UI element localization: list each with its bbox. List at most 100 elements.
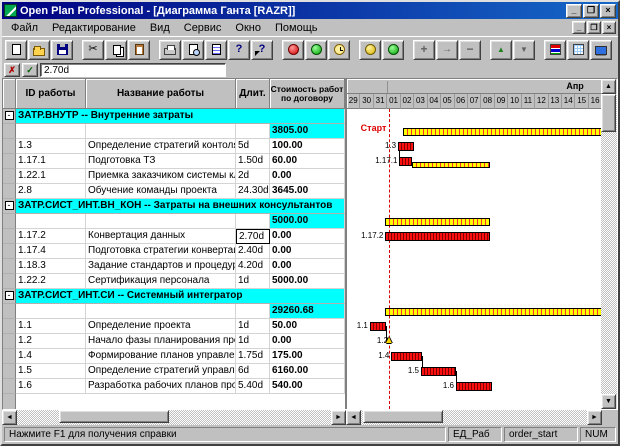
network-view-button[interactable] <box>590 40 612 60</box>
summary-bar[interactable] <box>385 218 489 226</box>
menu-item-view[interactable]: Вид <box>143 20 177 36</box>
mdi-close-button[interactable]: × <box>602 21 616 34</box>
task-bar[interactable] <box>399 157 411 166</box>
cell-task-id[interactable]: 1.17.2 <box>16 229 86 244</box>
copy-button[interactable] <box>105 40 127 60</box>
cell-duration[interactable] <box>236 214 270 229</box>
close-button[interactable]: × <box>600 4 616 18</box>
cell-duration[interactable]: 1.75d <box>236 349 270 364</box>
gantt-scroll-right-button[interactable] <box>587 410 602 425</box>
minimize-button[interactable]: _ <box>566 4 582 18</box>
edit-value-input[interactable] <box>40 63 226 77</box>
cell-cost[interactable]: 0.00 <box>270 229 345 244</box>
cell-cost[interactable]: 6160.00 <box>270 364 345 379</box>
print-button[interactable] <box>159 40 181 60</box>
cell-task-id[interactable] <box>16 304 86 319</box>
paste-button[interactable] <box>128 40 150 60</box>
cell-task-id[interactable]: 1.17.1 <box>16 154 86 169</box>
cell-duration[interactable] <box>236 304 270 319</box>
cell-task-id[interactable]: 1.6 <box>16 379 86 394</box>
cell-cost[interactable]: 175.00 <box>270 349 345 364</box>
section-title[interactable]: ЗАТР.ВНУТР -- Внутренние затраты <box>16 109 345 124</box>
cell-task-name[interactable]: Разработка рабочих планов проекта <box>86 379 236 394</box>
menu-item-help[interactable]: Помощь <box>268 20 325 36</box>
table-hscroll-thumb[interactable] <box>59 410 169 423</box>
restore-button[interactable]: ❐ <box>583 4 599 18</box>
open-file-button[interactable] <box>28 40 50 60</box>
cell-task-name[interactable]: Подготовка стратегии конвертации <box>86 244 236 259</box>
status-red-button[interactable] <box>282 40 304 60</box>
resource-green-button[interactable] <box>382 40 404 60</box>
cell-duration[interactable]: 5d <box>236 139 270 154</box>
help-button[interactable] <box>228 40 250 60</box>
cell-task-name[interactable]: Начало фазы планирования проекта <box>86 334 236 349</box>
gantt-scroll-left-button[interactable] <box>346 410 361 425</box>
print-preview-button[interactable] <box>182 40 204 60</box>
cell-cost[interactable]: 5000.00 <box>270 214 345 229</box>
task-bar[interactable] <box>385 232 489 241</box>
cell-task-name[interactable]: Определение проекта <box>86 319 236 334</box>
cell-task-id[interactable]: 1.5 <box>16 364 86 379</box>
scroll-up-button[interactable] <box>601 79 616 94</box>
cell-task-id[interactable] <box>16 214 86 229</box>
cell-task-id[interactable]: 1.18.3 <box>16 259 86 274</box>
cell-duration[interactable] <box>236 124 270 139</box>
move-down-button[interactable] <box>513 40 535 60</box>
task-bar[interactable] <box>421 367 456 376</box>
menu-item-file[interactable]: Файл <box>4 20 45 36</box>
menu-item-edit[interactable]: Редактирование <box>45 20 143 36</box>
task-bar[interactable] <box>456 382 492 391</box>
cell-task-name[interactable] <box>86 304 236 319</box>
collapse-button[interactable]: - <box>5 291 14 300</box>
save-file-button[interactable] <box>51 40 73 60</box>
table-hscrollbar[interactable] <box>2 410 346 425</box>
mdi-minimize-button[interactable]: _ <box>572 21 586 34</box>
context-help-button[interactable] <box>251 40 273 60</box>
task-bar[interactable] <box>398 142 414 151</box>
cell-cost[interactable]: 100.00 <box>270 139 345 154</box>
resource-yellow-button[interactable] <box>359 40 381 60</box>
cell-duration[interactable]: 2.70d <box>236 229 270 244</box>
cell-task-name[interactable]: Конвертация данных <box>86 229 236 244</box>
cell-duration[interactable]: 1d <box>236 274 270 289</box>
vertical-scrollbar[interactable] <box>601 79 617 409</box>
cut-button[interactable] <box>82 40 104 60</box>
new-file-button[interactable] <box>5 40 27 60</box>
cell-task-id[interactable]: 1.3 <box>16 139 86 154</box>
gantt-hscroll-thumb[interactable] <box>363 410 443 423</box>
cell-duration[interactable]: 1d <box>236 334 270 349</box>
cell-task-name[interactable]: Определение стратегий контоля и отч <box>86 139 236 154</box>
cell-cost[interactable]: 0.00 <box>270 169 345 184</box>
task-bar[interactable] <box>370 322 386 331</box>
cell-task-id[interactable]: 1.1 <box>16 319 86 334</box>
move-up-button[interactable] <box>490 40 512 60</box>
cell-task-name[interactable] <box>86 124 236 139</box>
cell-cost[interactable]: 540.00 <box>270 379 345 394</box>
header-cost[interactable]: Стоимость работ по договору <box>270 79 345 109</box>
cell-duration[interactable]: 24.30d <box>236 184 270 199</box>
table-hscroll-track[interactable] <box>17 410 331 425</box>
cell-task-name[interactable]: Определение стратегий управления и <box>86 364 236 379</box>
cell-cost[interactable]: 0.00 <box>270 334 345 349</box>
cell-cost[interactable]: 0.00 <box>270 244 345 259</box>
status-green-button[interactable] <box>305 40 327 60</box>
cell-task-name[interactable]: Подготовка ТЗ <box>86 154 236 169</box>
vscroll-thumb[interactable] <box>601 94 616 132</box>
cell-task-name[interactable]: Обучение команды проекта <box>86 184 236 199</box>
menu-item-window[interactable]: Окно <box>228 20 268 36</box>
cell-task-id[interactable]: 1.22.2 <box>16 274 86 289</box>
cell-cost[interactable]: 3805.00 <box>270 124 345 139</box>
cell-cost[interactable]: 5000.00 <box>270 274 345 289</box>
remove-activity-button[interactable] <box>459 40 481 60</box>
mdi-restore-button[interactable]: ❐ <box>587 21 601 34</box>
cell-task-id[interactable]: 1.2 <box>16 334 86 349</box>
table-scroll-right-button[interactable] <box>331 410 346 425</box>
header-name[interactable]: Название работы <box>86 79 236 109</box>
table-scroll-left-button[interactable] <box>2 410 17 425</box>
gantt-hscroll-track[interactable] <box>361 410 587 425</box>
collapse-button[interactable]: - <box>5 111 14 120</box>
collapse-button[interactable]: - <box>5 201 14 210</box>
cell-task-id[interactable]: 1.17.4 <box>16 244 86 259</box>
cell-task-id[interactable]: 1.4 <box>16 349 86 364</box>
cell-duration[interactable]: 1.50d <box>236 154 270 169</box>
